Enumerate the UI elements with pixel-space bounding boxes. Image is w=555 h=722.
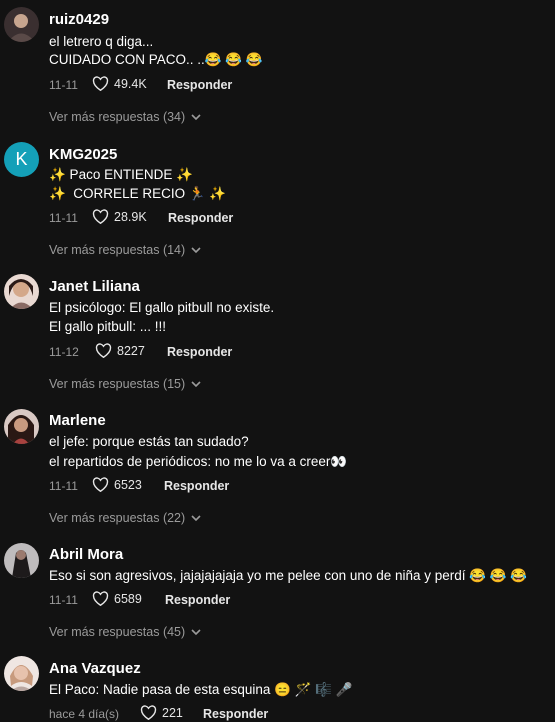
view-more-label: Ver más respuestas (15): [49, 377, 186, 391]
like-button[interactable]: 49.4K: [92, 76, 147, 91]
like-button[interactable]: 28.9K: [92, 209, 147, 224]
comment-date: 11-12: [49, 345, 79, 359]
comment-date: 11-11: [49, 479, 78, 493]
comment-date: 11-11: [49, 78, 78, 92]
avatar-photo: [4, 543, 39, 578]
avatar-photo: [4, 656, 39, 691]
reply-button[interactable]: Responder: [165, 593, 230, 607]
avatar[interactable]: [4, 274, 39, 309]
view-more-replies[interactable]: Ver más respuestas (34): [49, 110, 201, 124]
chevron-down-icon: [191, 514, 201, 521]
avatar[interactable]: K: [4, 142, 39, 177]
like-count: 6523: [114, 477, 142, 492]
username[interactable]: Marlene: [49, 412, 106, 429]
like-count: 221: [162, 705, 183, 720]
comment-date: hace 4 día(s): [49, 707, 120, 721]
reply-button[interactable]: Responder: [164, 479, 229, 493]
comment-text-line: ✨ Paco ENTIENDE ✨: [49, 167, 193, 182]
like-button[interactable]: 8227: [95, 343, 145, 358]
avatar-photo: [4, 7, 39, 42]
view-more-replies[interactable]: Ver más respuestas (45): [49, 625, 201, 639]
chevron-down-icon: [191, 113, 201, 120]
view-more-replies[interactable]: Ver más respuestas (22): [49, 511, 201, 525]
username[interactable]: Janet Liliana: [49, 278, 140, 295]
heart-icon: [92, 209, 109, 224]
reply-button[interactable]: Responder: [167, 78, 232, 92]
avatar[interactable]: [4, 7, 39, 42]
username[interactable]: Abril Mora: [49, 546, 123, 563]
like-count: 49.4K: [114, 76, 147, 91]
like-button[interactable]: 6523: [92, 477, 142, 492]
comment-text-line: ✨ CORRELE RECIO 🏃 ✨: [49, 186, 227, 201]
heart-icon: [92, 477, 109, 492]
comment-text-line: El Paco: Nadie pasa de esta esquina 😑 🪄 …: [49, 682, 353, 697]
comment-date: 11-11: [49, 211, 78, 225]
heart-icon: [140, 705, 157, 720]
like-count: 8227: [117, 343, 145, 358]
view-more-label: Ver más respuestas (14): [49, 243, 186, 257]
view-more-label: Ver más respuestas (22): [49, 511, 186, 525]
comment-date: 11-11: [49, 593, 78, 607]
view-more-label: Ver más respuestas (45): [49, 625, 186, 639]
view-more-replies[interactable]: Ver más respuestas (14): [49, 243, 201, 257]
avatar[interactable]: [4, 656, 39, 691]
reply-button[interactable]: Responder: [167, 345, 232, 359]
avatar-initial: K: [15, 149, 28, 169]
view-more-replies[interactable]: Ver más respuestas (15): [49, 377, 201, 391]
comment-text-line: CUIDADO CON PACO.. ..😂 😂 😂: [49, 52, 263, 67]
like-count: 28.9K: [114, 209, 147, 224]
comment-text-line: El gallo pitbull: ... !!!: [49, 319, 167, 334]
avatar-photo: [4, 409, 39, 444]
heart-icon: [92, 76, 109, 91]
like-count: 6589: [114, 591, 142, 606]
chevron-down-icon: [191, 380, 201, 387]
reply-button[interactable]: Responder: [203, 707, 268, 721]
comment-text-line: El psicólogo: El gallo pitbull no existe…: [49, 300, 275, 315]
avatar[interactable]: [4, 409, 39, 444]
reply-button[interactable]: Responder: [168, 211, 233, 225]
heart-icon: [95, 343, 112, 358]
username[interactable]: KMG2025: [49, 146, 117, 163]
username[interactable]: Ana Vazquez: [49, 660, 141, 677]
username[interactable]: ruiz0429: [49, 11, 109, 28]
like-button[interactable]: 221: [140, 705, 183, 720]
heart-icon: [92, 591, 109, 606]
like-button[interactable]: 6589: [92, 591, 142, 606]
avatar[interactable]: [4, 543, 39, 578]
view-more-label: Ver más respuestas (34): [49, 110, 186, 124]
comment-text-line: el repartidos de periódicos: no me lo va…: [49, 454, 348, 469]
chevron-down-icon: [191, 246, 201, 253]
avatar-photo: [4, 274, 39, 309]
chevron-down-icon: [191, 628, 201, 635]
comment-text-line: Eso si son agresivos, jajajajajaja yo me…: [49, 568, 528, 583]
comment-text-line: el jefe: porque estás tan sudado?: [49, 434, 249, 449]
